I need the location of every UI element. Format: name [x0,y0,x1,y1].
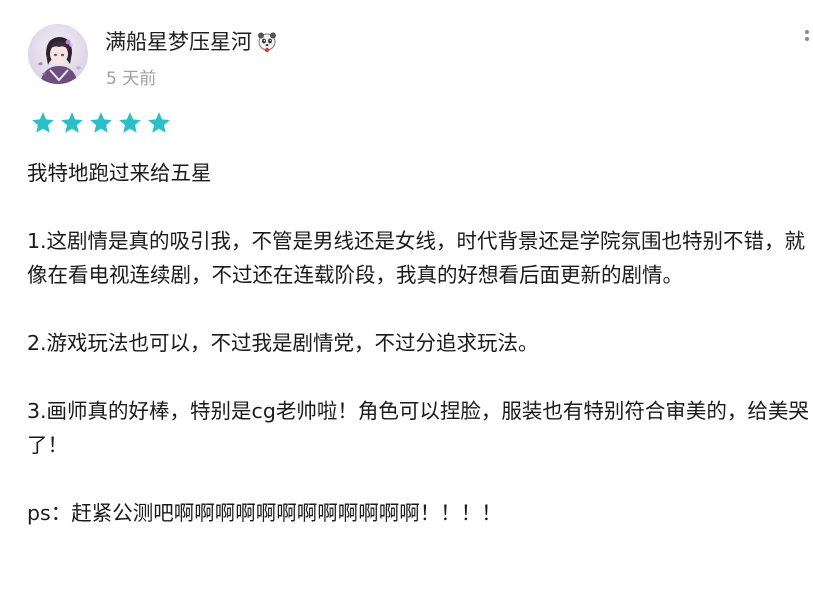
more-vertical-icon[interactable] [803,28,811,50]
star-icon [90,112,112,133]
review-paragraph: 1.这剧情是真的吸引我，不管是男线还是女线，时代背景还是学院氛围也特别不错，就像… [27,229,806,287]
star-rating [30,110,172,136]
username-row[interactable]: 满船星梦压星河 [105,26,278,56]
star-icon [61,112,83,133]
timestamp: 5 天前 [106,69,157,89]
review-body: 我特地跑过来给五星 1.这剧情是真的吸引我，不管是男线还是女线，时代背景还是学院… [27,156,809,530]
review-card: 满船星梦压星河 5 天前 我特地跑过来给五星 1.这剧情是真的吸引我，不管是男线… [0,0,813,596]
review-paragraph: 我特地跑过来给五星 [27,161,212,185]
star-icon [32,112,54,133]
star-icon [148,112,170,133]
review-paragraph: ps：赶紧公测吧啊啊啊啊啊啊啊啊啊啊啊啊！！！！ [27,501,502,525]
star-icon [119,112,141,133]
review-paragraph: 2.游戏玩法也可以，不过我是剧情党，不过分追求玩法。 [27,331,539,355]
avatar[interactable] [28,24,88,84]
avatar-image [28,24,88,84]
panda-icon [256,30,278,53]
username[interactable]: 满船星梦压星河 [105,26,252,56]
review-paragraph: 3.画师真的好棒，特别是cg老帅啦！角色可以捏脸，服装也有特别符合审美的，给美哭… [27,399,809,457]
